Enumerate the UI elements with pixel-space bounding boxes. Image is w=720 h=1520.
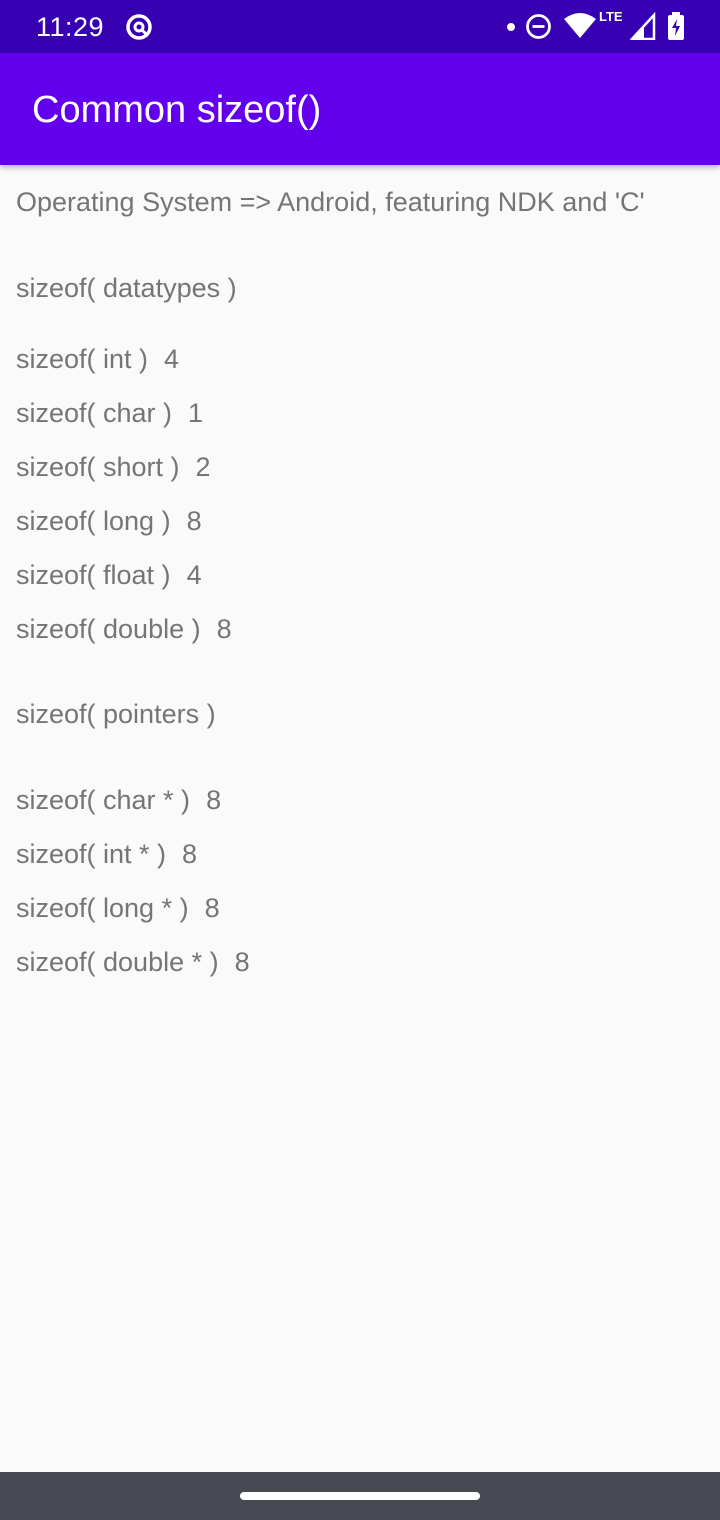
screen: 11:29 LTE Common sizeof() Operating Syst… bbox=[0, 0, 720, 1520]
list-item: sizeof( double * ) 8 bbox=[16, 945, 250, 979]
size-value: 8 bbox=[204, 893, 220, 923]
status-bar: 11:29 LTE bbox=[0, 0, 720, 53]
size-label: sizeof( long ) bbox=[16, 506, 171, 536]
do-not-disturb-icon bbox=[526, 14, 551, 39]
home-gesture-handle[interactable] bbox=[240, 1492, 480, 1500]
at-sign-icon bbox=[126, 14, 152, 40]
size-value: 4 bbox=[186, 560, 202, 590]
size-label: sizeof( double * ) bbox=[16, 947, 219, 977]
battery-charging-icon bbox=[668, 12, 684, 40]
size-value: 1 bbox=[188, 398, 204, 428]
list-item: sizeof( float ) 4 bbox=[16, 558, 202, 592]
list-item: sizeof( int ) 4 bbox=[16, 342, 179, 376]
list-item: sizeof( char * ) 8 bbox=[16, 783, 221, 817]
size-value: 8 bbox=[216, 614, 232, 644]
network-type-label: LTE bbox=[599, 9, 623, 24]
list-item: sizeof( double ) 8 bbox=[16, 612, 232, 646]
list-item: sizeof( short ) 2 bbox=[16, 450, 211, 484]
size-label: sizeof( int * ) bbox=[16, 839, 167, 869]
status-time: 11:29 bbox=[36, 12, 105, 42]
size-value: 4 bbox=[164, 344, 180, 374]
app-title: Common sizeof() bbox=[32, 89, 322, 131]
pointers-header: sizeof( pointers ) bbox=[16, 699, 216, 729]
size-label: sizeof( double ) bbox=[16, 614, 201, 644]
size-label: sizeof( char ) bbox=[16, 398, 173, 428]
list-item: sizeof( char ) 1 bbox=[16, 396, 203, 430]
list-item: sizeof( long ) 8 bbox=[16, 504, 202, 538]
navigation-bar bbox=[0, 1472, 720, 1520]
cell-signal-icon bbox=[630, 12, 656, 40]
size-value: 8 bbox=[234, 947, 250, 977]
size-label: sizeof( char * ) bbox=[16, 785, 191, 815]
size-value: 8 bbox=[206, 785, 222, 815]
size-label: sizeof( float ) bbox=[16, 560, 171, 590]
size-label: sizeof( long * ) bbox=[16, 893, 189, 923]
list-item: sizeof( long * ) 8 bbox=[16, 891, 220, 925]
size-value: 8 bbox=[182, 839, 198, 869]
datatypes-header: sizeof( datatypes ) bbox=[16, 273, 237, 303]
size-label: sizeof( short ) bbox=[16, 452, 180, 482]
size-label: sizeof( int ) bbox=[16, 344, 149, 374]
wifi-icon bbox=[564, 13, 596, 38]
size-value: 2 bbox=[195, 452, 211, 482]
size-value: 8 bbox=[186, 506, 202, 536]
notification-dot-icon bbox=[507, 23, 515, 31]
os-info-text: Operating System => Android, featuring N… bbox=[16, 187, 645, 217]
app-bar: Common sizeof() bbox=[0, 53, 720, 165]
list-item: sizeof( int * ) 8 bbox=[16, 837, 197, 871]
